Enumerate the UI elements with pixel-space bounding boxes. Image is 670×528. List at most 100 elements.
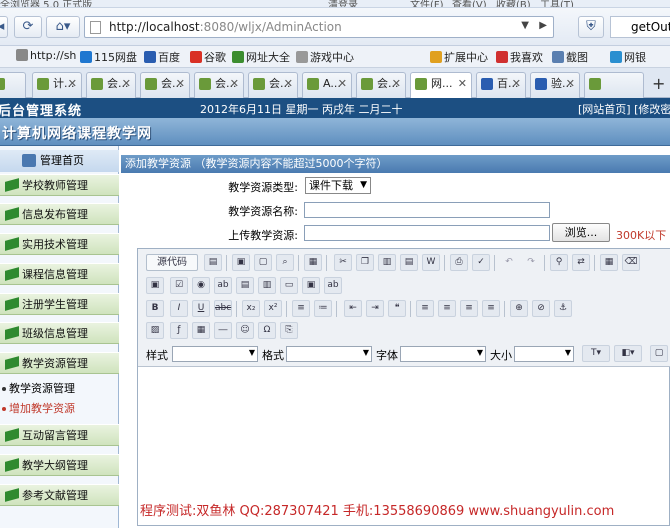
select-field-icon[interactable]: ▥ [258, 277, 276, 294]
refresh-icon[interactable]: ⟳ [14, 16, 42, 38]
format-combo[interactable]: ▼ [286, 346, 372, 362]
save-icon[interactable]: ▣ [232, 254, 250, 271]
image-icon[interactable]: ▨ [146, 322, 164, 339]
italic-icon[interactable]: I [170, 300, 188, 317]
bookmark-item[interactable]: 网址大全 [232, 49, 290, 65]
bold-icon[interactable]: B [146, 300, 164, 317]
anchor-icon[interactable]: ⚓ [554, 300, 572, 317]
header-links[interactable]: [网站首页] [修改密 [578, 101, 670, 117]
browser-tab[interactable]: A... ✕ [302, 72, 352, 98]
align-left-icon[interactable]: ≡ [416, 300, 434, 317]
flash-icon[interactable]: ƒ [170, 322, 188, 339]
cut-icon[interactable]: ✂ [334, 254, 352, 271]
browse-button[interactable]: 浏览... [552, 223, 610, 242]
sidebar-item-messages[interactable]: 互动留言管理 [0, 424, 119, 446]
strikethrough-icon[interactable]: abc [214, 300, 232, 317]
hidden-field-icon[interactable]: ab [324, 277, 342, 294]
sidebar-item-syllabus[interactable]: 教学大纲管理 [0, 454, 119, 476]
numbered-list-icon[interactable]: ≡ [292, 300, 310, 317]
browser-tab[interactable]: 会... ✕ [194, 72, 244, 98]
table-icon[interactable]: ▦ [192, 322, 210, 339]
special-char-icon[interactable]: Ω [258, 322, 276, 339]
find-icon[interactable]: ⚲ [550, 254, 568, 271]
file-path-input[interactable] [304, 225, 550, 241]
bookmark-item[interactable]: 扩展中心 [430, 49, 488, 65]
justify-icon[interactable]: ≡ [482, 300, 500, 317]
source-code-button[interactable]: 源代码 [146, 254, 198, 271]
image-button-icon[interactable]: ▣ [302, 277, 320, 294]
page-break-icon[interactable]: ⎘ [280, 322, 298, 339]
sidebar-item-resources[interactable]: 教学资源管理 [0, 352, 119, 374]
home-icon[interactable]: ⌂▾ [46, 16, 80, 38]
paste-word-icon[interactable]: W [422, 254, 440, 271]
horizontal-rule-icon[interactable]: ― [214, 322, 232, 339]
resource-type-select[interactable]: 课件下载 ▼ [305, 177, 371, 194]
address-bar[interactable]: http://localhost:8080/wljx/AdminAction ▼… [84, 16, 554, 38]
smiley-icon[interactable]: ☺ [236, 322, 254, 339]
button-field-icon[interactable]: ▭ [280, 277, 298, 294]
sidebar-item-references[interactable]: 参考文献管理 [0, 484, 119, 506]
new-tab-icon[interactable]: + [652, 74, 665, 93]
checkbox-icon[interactable]: ☑ [170, 277, 188, 294]
browser-tab[interactable]: 会... ✕ [356, 72, 406, 98]
maximize-icon[interactable]: ▢ [650, 345, 668, 362]
font-combo[interactable]: ▼ [400, 346, 486, 362]
bookmark-item[interactable]: http://sh [16, 49, 76, 62]
bookmark-item[interactable]: 截图 [552, 49, 588, 65]
sidebar-subitem-add-resource[interactable]: 增加教学资源 [0, 399, 119, 419]
go-icon[interactable]: ▶ [539, 20, 547, 31]
login-link[interactable]: 清登录 [328, 0, 358, 7]
new-page-icon[interactable]: ▢ [254, 254, 272, 271]
align-center-icon[interactable]: ≡ [438, 300, 456, 317]
textfield-icon[interactable]: ab [214, 277, 232, 294]
bookmark-item[interactable]: 谷歌 [190, 49, 226, 65]
bg-color-icon[interactable]: ◧▾ [614, 345, 642, 362]
bulleted-list-icon[interactable]: ≔ [314, 300, 332, 317]
browser-tab[interactable]: 验... ✕ [530, 72, 580, 98]
sidebar-subitem-resource-list[interactable]: 教学资源管理 [0, 379, 119, 399]
browser-tab-active[interactable]: 网... ✕ [410, 72, 472, 99]
text-color-icon[interactable]: T▾ [582, 345, 610, 362]
replace-icon[interactable]: ⇄ [572, 254, 590, 271]
sidebar-item-teachers[interactable]: 学校教师管理 [0, 174, 119, 196]
redo-icon[interactable]: ↷ [522, 254, 540, 271]
side-tab[interactable]: getOut [610, 16, 670, 38]
remove-format-icon[interactable]: ⌫ [622, 254, 640, 271]
paste-icon[interactable]: ▥ [378, 254, 396, 271]
sidebar-item-home[interactable]: 管理首页 [0, 150, 119, 172]
copy-icon[interactable]: ❐ [356, 254, 374, 271]
bookmark-item[interactable]: 115网盘 [80, 49, 137, 65]
print-icon[interactable]: ⎙ [450, 254, 468, 271]
template-icon[interactable]: ▦ [304, 254, 322, 271]
subscript-icon[interactable]: x₂ [242, 300, 260, 317]
resource-name-input[interactable] [304, 202, 550, 218]
link-icon[interactable]: ⊕ [510, 300, 528, 317]
form-icon[interactable]: ▣ [146, 277, 164, 294]
sidebar-item-students[interactable]: 注册学生管理 [0, 293, 119, 315]
browser-tab[interactable]: 会... ✕ [140, 72, 190, 98]
browser-tab[interactable] [584, 72, 644, 98]
shield-icon[interactable]: ⛨ [578, 16, 604, 38]
menu-favorites[interactable]: 收藏(B) [496, 0, 531, 7]
textarea-icon[interactable]: ▤ [236, 277, 254, 294]
browser-tab[interactable]: 百... ✕ [476, 72, 526, 98]
select-all-icon[interactable]: ▦ [600, 254, 618, 271]
indent-icon[interactable]: ⇥ [366, 300, 384, 317]
address-dropdown-icon[interactable]: ▼ [521, 20, 529, 31]
paste-text-icon[interactable]: ▤ [400, 254, 418, 271]
bookmark-item[interactable]: 网银 [610, 49, 646, 65]
superscript-icon[interactable]: x² [264, 300, 282, 317]
underline-icon[interactable]: U [192, 300, 210, 317]
sidebar-item-tech[interactable]: 实用技术管理 [0, 233, 119, 255]
menu-tools[interactable]: 工具(T) [540, 0, 574, 7]
back-button[interactable]: ◂ [0, 16, 8, 38]
menu-file[interactable]: 文件(F) [410, 0, 444, 7]
sidebar-item-courses[interactable]: 课程信息管理 [0, 263, 119, 285]
outdent-icon[interactable]: ⇤ [344, 300, 362, 317]
blockquote-icon[interactable]: ❝ [388, 300, 406, 317]
browser-tab[interactable]: 计... ✕ [32, 72, 82, 98]
sidebar-item-classes[interactable]: 班级信息管理 [0, 322, 119, 344]
spellcheck-icon[interactable]: ✓ [472, 254, 490, 271]
bookmark-item[interactable]: 游戏中心 [296, 49, 354, 65]
menu-view[interactable]: 查看(V) [452, 0, 487, 7]
